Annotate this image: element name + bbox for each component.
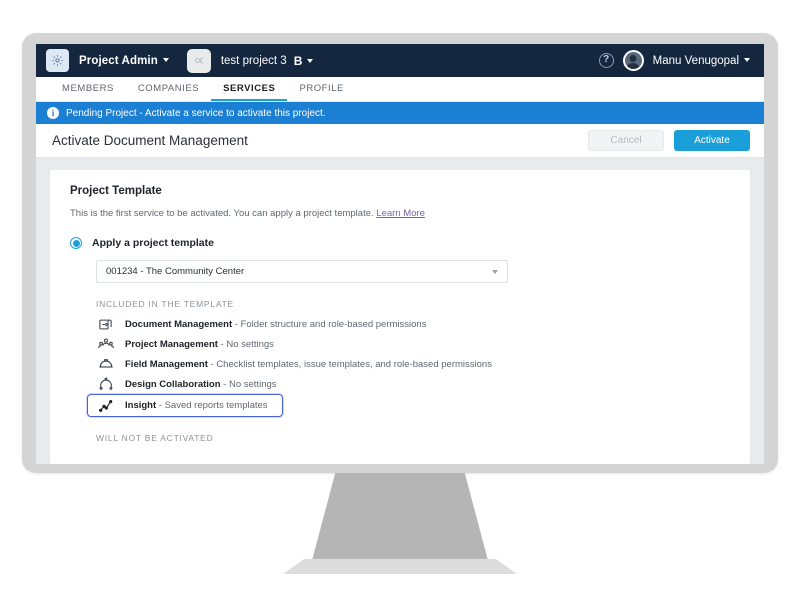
project-name: test project 3 [220,54,287,67]
tab-profile[interactable]: PROFILE [287,77,356,101]
card-description: This is the first service to be activate… [70,208,730,219]
service-detail: - No settings [220,378,277,390]
project-management-icon [97,336,114,353]
included-in-template-label: INCLUDED IN THE TEMPLATE [96,299,234,309]
banner-text: Pending Project - Activate a service to … [66,107,326,119]
service-label: Project Management - No settings [125,339,274,350]
avatar[interactable] [622,50,644,71]
tab-services[interactable]: SERVICES [211,77,288,101]
app-title[interactable]: Project Admin [79,55,169,67]
chevron-down-icon [492,269,498,274]
project-code-menu[interactable]: B [294,54,314,68]
chevron-down-icon [744,58,750,63]
service-label: Insight - Saved reports templates [125,400,268,411]
template-select[interactable]: 001234 - The Community Center [96,260,508,283]
template-select-value: 001234 - The Community Center [106,266,245,277]
avatar-body [625,63,641,69]
service-name: Design Collaboration [125,378,221,390]
service-detail: - No settings [217,338,274,350]
service-detail: - Folder structure and role-based permis… [232,318,427,330]
service-row-project-management[interactable]: Project Management - No settings [87,334,284,354]
radio-apply-template-label: Apply a project template [92,237,214,249]
service-label: Document Management - Folder structure a… [125,319,426,330]
monitor-screen: Project Admin test project 3 B ? Manu Ve… [36,44,764,464]
service-row-insight[interactable]: Insight - Saved reports templates [87,394,283,417]
tab-bar: MEMBERS COMPANIES SERVICES PROFILE [36,77,764,102]
document-management-icon [97,316,114,333]
service-name: Field Management [125,358,208,370]
tab-members[interactable]: MEMBERS [50,77,126,101]
service-detail: - Saved reports templates [156,400,268,411]
monitor-stand-base [283,559,517,574]
monitor-scene: Project Admin test project 3 B ? Manu Ve… [0,0,800,600]
cancel-button[interactable]: Cancel [588,130,664,151]
chevron-down-icon [307,59,314,64]
field-management-icon [97,356,114,373]
card-title: Project Template [70,185,162,197]
activate-button[interactable]: Activate [674,130,750,151]
project-thumbnail-icon [186,48,211,73]
service-label: Design Collaboration - No settings [125,379,277,390]
page-title: Activate Document Management [52,133,248,148]
service-label: Field Management - Checklist templates, … [125,359,492,370]
radio-apply-template[interactable] [70,237,82,249]
service-row-document-management[interactable]: Document Management - Folder structure a… [87,314,436,334]
will-not-be-activated-label: WILL NOT BE ACTIVATED [96,433,214,443]
service-name: Document Management [125,318,233,330]
gear-icon[interactable] [46,49,69,72]
apply-template-radio-row[interactable]: Apply a project template [70,237,730,249]
page-title-row: Activate Document Management Cancel Acti… [36,124,764,158]
service-row-field-management[interactable]: Field Management - Checklist templates, … [87,354,502,374]
insight-icon [97,397,114,414]
pending-project-banner: i Pending Project - Activate a service t… [36,102,764,124]
user-menu[interactable]: Manu Venugopal [653,55,750,67]
content-area: Project Template This is the first servi… [36,158,764,464]
title-actions: Cancel Activate [588,130,750,151]
header-right-group: ? Manu Venugopal [598,50,754,71]
card-description-text: This is the first service to be activate… [70,208,374,219]
template-select-wrap: 001234 - The Community Center [96,260,730,283]
included-services-list: Document Management - Folder structure a… [87,314,730,417]
learn-more-link[interactable]: Learn More [376,208,425,219]
service-row-design-collaboration[interactable]: Design Collaboration - No settings [87,374,287,394]
avatar-head [629,55,637,62]
design-collaboration-icon [97,376,114,393]
monitor-stand-neck [310,473,490,568]
app-header: Project Admin test project 3 B ? Manu Ve… [36,44,764,77]
service-name: Insight [125,400,157,411]
project-template-card: Project Template This is the first servi… [50,170,750,464]
service-name: Project Management [125,338,218,350]
chevron-down-icon [162,58,169,63]
info-icon: i [47,107,59,119]
service-detail: - Checklist templates, issue templates, … [207,358,492,370]
radio-dot [72,239,80,247]
tab-companies[interactable]: COMPANIES [126,77,211,101]
help-icon[interactable]: ? [598,53,614,68]
